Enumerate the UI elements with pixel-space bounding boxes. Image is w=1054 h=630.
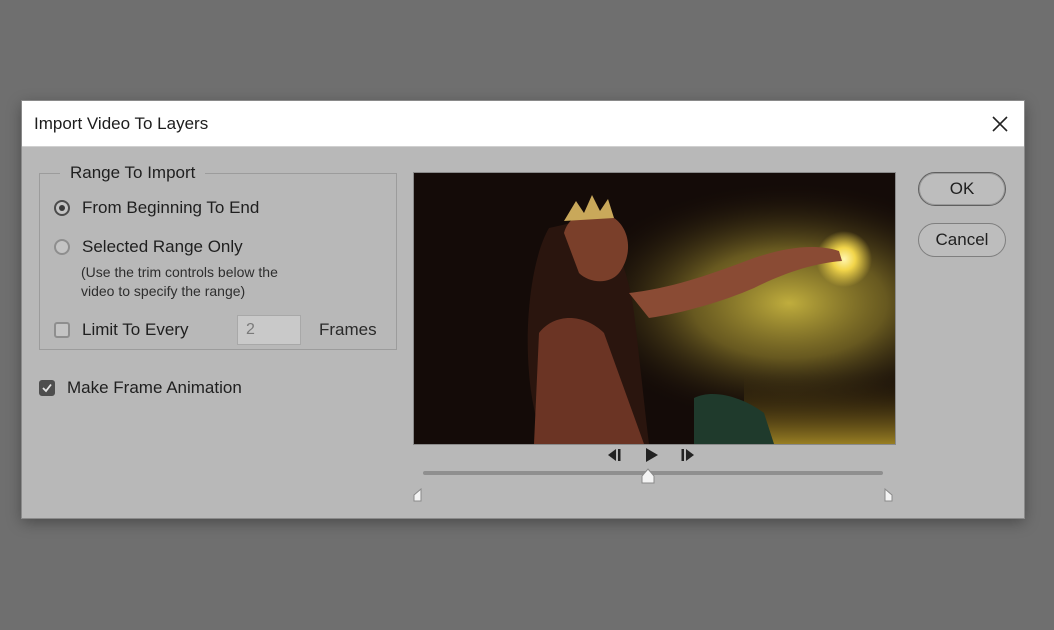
playback-controls [605, 446, 697, 464]
radio-from-beginning-label: From Beginning To End [82, 198, 260, 217]
close-button[interactable] [976, 101, 1024, 146]
radio-checked-indicator[interactable] [54, 200, 70, 216]
playhead-icon [641, 468, 655, 484]
make-frame-animation-checkbox[interactable] [39, 380, 55, 396]
cancel-button[interactable]: Cancel [918, 223, 1006, 257]
limit-to-every-label: Limit To Every [82, 320, 189, 339]
play-button[interactable] [641, 446, 661, 464]
step-back-icon [608, 449, 621, 461]
dialog-titlebar: Import Video To Layers [22, 101, 1024, 147]
video-preview [413, 172, 896, 445]
frames-label: Frames [319, 320, 377, 339]
trim-start-icon [413, 487, 422, 502]
make-frame-animation-label: Make Frame Animation [67, 378, 242, 397]
frames-input[interactable] [237, 315, 301, 345]
radio-from-beginning[interactable]: From Beginning To End [54, 198, 259, 218]
close-icon [992, 115, 1008, 132]
step-forward-button[interactable] [677, 446, 697, 464]
range-hint-line2: video to specify the range) [81, 283, 246, 299]
step-back-button[interactable] [605, 446, 625, 464]
limit-to-every-checkbox-row[interactable]: Limit To Every [54, 320, 188, 340]
step-forward-icon [681, 449, 694, 461]
dialog-title: Import Video To Layers [34, 114, 209, 133]
play-icon [646, 448, 658, 462]
range-hint: (Use the trim controls below the video t… [81, 263, 278, 301]
trim-start-handle[interactable] [413, 487, 423, 502]
make-frame-animation-row[interactable]: Make Frame Animation [39, 378, 242, 398]
import-video-dialog: Import Video To Layers Range To Import F… [22, 101, 1024, 518]
trim-end-handle[interactable] [883, 487, 893, 502]
timeline-playhead[interactable] [639, 467, 657, 485]
checkmark-icon [42, 383, 52, 393]
radio-unchecked-indicator[interactable] [54, 239, 70, 255]
range-hint-line1: (Use the trim controls below the [81, 264, 278, 280]
trim-end-icon [884, 487, 893, 502]
range-legend: Range To Import [70, 163, 196, 182]
video-frame-image [414, 173, 895, 444]
limit-to-every-checkbox[interactable] [54, 322, 70, 338]
radio-selected-range[interactable]: Selected Range Only [54, 237, 243, 257]
ok-button[interactable]: OK [918, 172, 1006, 206]
radio-selected-range-label: Selected Range Only [82, 237, 243, 256]
